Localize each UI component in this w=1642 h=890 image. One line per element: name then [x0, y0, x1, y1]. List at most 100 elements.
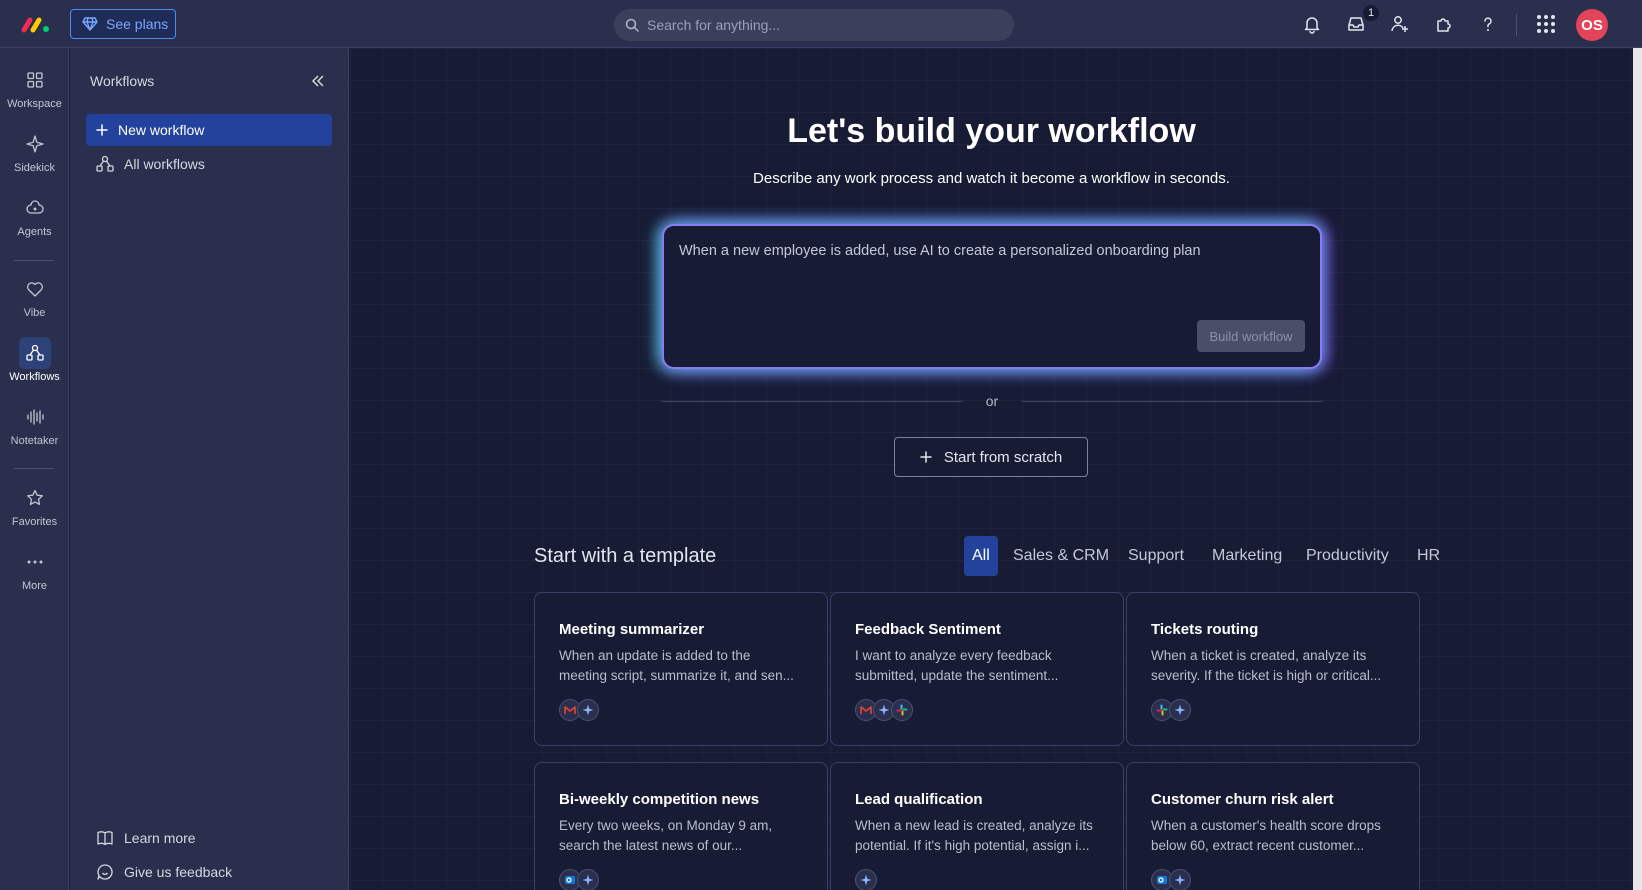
template-title: Lead qualification — [855, 791, 983, 808]
template-apps — [1151, 869, 1191, 890]
rail-label: Notetaker — [10, 435, 59, 447]
see-plans-button[interactable]: See plans — [70, 9, 176, 39]
topbar-divider — [1516, 14, 1517, 36]
template-card[interactable]: Bi-weekly competition news Every two wee… — [534, 762, 828, 890]
template-card[interactable]: Meeting summarizer When an update is add… — [534, 592, 828, 746]
template-description-line: I want to analyze every feedback — [855, 648, 1052, 663]
more-dots-icon — [19, 546, 51, 578]
page-title: Let's build your workflow — [787, 112, 1196, 150]
start-from-scratch-button[interactable]: Start from scratch — [894, 437, 1088, 477]
ai-sparkle-icon — [577, 699, 599, 721]
learn-more-link[interactable]: Learn more — [86, 822, 332, 854]
collapse-panel-icon[interactable] — [306, 69, 330, 93]
apps-grid-icon[interactable] — [1534, 12, 1558, 36]
tab-marketing[interactable]: Marketing — [1204, 536, 1290, 576]
integrations-icon[interactable] — [1432, 12, 1456, 36]
template-description-line: Every two weeks, on Monday 9 am, — [559, 818, 773, 833]
workspace-grid-icon — [19, 64, 51, 96]
rail-label: Vibe — [23, 307, 46, 319]
monday-logo[interactable] — [20, 14, 52, 34]
rail-item-more[interactable]: More — [0, 546, 69, 604]
tab-hr[interactable]: HR — [1409, 536, 1448, 576]
waveform-icon — [19, 401, 51, 433]
see-plans-label: See plans — [106, 16, 169, 32]
star-icon — [19, 482, 51, 514]
all-workflows-label: All workflows — [124, 156, 205, 172]
feedback-icon — [96, 863, 114, 881]
rail-item-vibe[interactable]: Vibe — [0, 273, 69, 331]
template-title: Feedback Sentiment — [855, 621, 1001, 638]
panel-title: Workflows — [90, 73, 155, 89]
templates-heading: Start with a template — [534, 545, 717, 567]
inbox-count-badge: 1 — [1363, 5, 1379, 21]
template-apps — [559, 869, 599, 890]
template-description: When a ticket is created, analyze its se… — [1151, 646, 1399, 686]
rail-divider — [14, 468, 54, 469]
ai-sparkle-icon — [855, 869, 877, 890]
help-icon[interactable] — [1476, 12, 1500, 36]
rail-label: Sidekick — [14, 162, 55, 174]
bell-icon[interactable] — [1300, 12, 1324, 36]
template-card[interactable]: Customer churn risk alert When a custome… — [1126, 762, 1420, 890]
book-icon — [96, 829, 114, 847]
template-card[interactable]: Lead qualification When a new lead is cr… — [830, 762, 1124, 890]
plus-icon — [96, 124, 108, 136]
agents-icon — [19, 192, 51, 224]
tab-support[interactable]: Support — [1120, 536, 1192, 576]
rail-item-workspace[interactable]: Workspace — [0, 64, 69, 122]
left-rail: Workspace Sidekick Agents Vibe Workflows… — [0, 48, 69, 890]
diamond-icon — [82, 17, 98, 31]
top-bar: See plans Search for anything... 1 OS — [0, 0, 1642, 48]
template-title: Customer churn risk alert — [1151, 791, 1334, 808]
build-workflow-button[interactable]: Build workflow — [1197, 320, 1305, 352]
template-description-line: When an update is added to the — [559, 648, 751, 663]
template-description: When a customer's health score drops bel… — [1151, 816, 1399, 856]
ai-sparkle-icon — [1169, 699, 1191, 721]
template-card[interactable]: Feedback Sentiment I want to analyze eve… — [830, 592, 1124, 746]
rail-divider — [14, 260, 54, 261]
rail-item-workflows[interactable]: Workflows — [0, 337, 69, 395]
search-bar[interactable]: Search for anything... — [614, 9, 1014, 41]
search-icon — [625, 18, 639, 32]
template-apps — [855, 869, 877, 890]
all-workflows-item[interactable]: All workflows — [86, 148, 332, 180]
page-subtitle: Describe any work process and watch it b… — [753, 170, 1230, 187]
template-apps — [1151, 699, 1191, 721]
workflows-icon — [18, 337, 51, 369]
workflows-panel: Workflows New workflow All workflows Lea… — [70, 48, 349, 890]
new-workflow-button[interactable]: New workflow — [86, 114, 332, 146]
template-description-line: When a customer's health score drops — [1151, 818, 1381, 833]
rail-item-favorites[interactable]: Favorites — [0, 482, 69, 540]
template-description: Every two weeks, on Monday 9 am, search … — [559, 816, 807, 856]
tab-all[interactable]: All — [964, 536, 998, 576]
feedback-link[interactable]: Give us feedback — [86, 856, 332, 888]
page-scrollbar[interactable] — [1633, 48, 1642, 890]
workflow-prompt-input[interactable]: When a new employee is added, use AI to … — [679, 243, 1299, 259]
template-description-line: severity. If the ticket is high or criti… — [1151, 668, 1382, 683]
workflow-prompt-box[interactable]: When a new employee is added, use AI to … — [662, 224, 1322, 369]
template-description-line: below 60, extract recent customer... — [1151, 838, 1365, 853]
divider-line-right — [1022, 401, 1322, 402]
template-description-line: potential. If it's high potential, assig… — [855, 838, 1090, 853]
main-area: Let's build your workflow Describe any w… — [350, 48, 1633, 890]
template-apps — [855, 699, 913, 721]
rail-label: More — [21, 580, 48, 592]
divider-line-left — [662, 401, 962, 402]
rail-item-sidekick[interactable]: Sidekick — [0, 128, 69, 186]
rail-item-agents[interactable]: Agents — [0, 192, 69, 250]
workflows-icon — [96, 155, 114, 173]
template-description-line: When a ticket is created, analyze its — [1151, 648, 1367, 663]
new-workflow-label: New workflow — [118, 122, 205, 138]
plus-icon — [920, 451, 932, 463]
tab-sales-crm[interactable]: Sales & CRM — [1005, 536, 1117, 576]
template-card[interactable]: Tickets routing When a ticket is created… — [1126, 592, 1420, 746]
template-description-line: submitted, update the sentiment... — [855, 668, 1059, 683]
search-placeholder: Search for anything... — [647, 17, 781, 33]
tab-productivity[interactable]: Productivity — [1298, 536, 1397, 576]
template-description-line: search the latest news of our... — [559, 838, 743, 853]
template-title: Tickets routing — [1151, 621, 1259, 638]
user-avatar[interactable]: OS — [1576, 9, 1608, 41]
rail-item-notetaker[interactable]: Notetaker — [0, 401, 69, 459]
template-description-line: When a new lead is created, analyze its — [855, 818, 1093, 833]
invite-user-icon[interactable] — [1388, 12, 1412, 36]
